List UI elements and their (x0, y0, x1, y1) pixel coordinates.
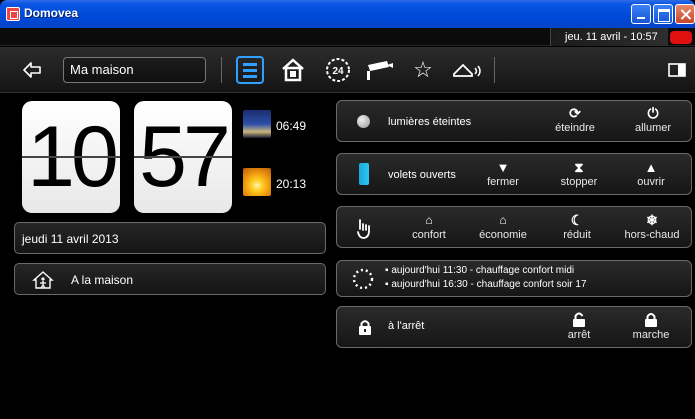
shutters-close-label: fermer (487, 176, 519, 188)
presence-panel[interactable]: A la maison (14, 263, 326, 295)
triangle-up-icon: ▲ (644, 160, 658, 175)
app-window: Domovea jeu. 11 avril - 10:57 Ma maison … (0, 0, 695, 419)
eco-house-icon: ⌂ (499, 213, 507, 227)
lights-on-label: allumer (634, 122, 672, 134)
refresh-icon: ⟳ (569, 105, 581, 121)
moon-icon: ☾ (570, 212, 584, 228)
comfort-mode-button[interactable]: ⌂ confort (399, 212, 459, 241)
status-bar: jeu. 11 avril - 10:57 (0, 28, 695, 46)
lights-panel: lumières éteintes ⟳ éteindre ⏻ allumer (336, 100, 692, 142)
sunrise-image (243, 110, 271, 138)
svg-text:24: 24 (332, 66, 344, 77)
hand-pointer-icon (357, 219, 370, 239)
lights-off-button[interactable]: ⟳ éteindre (545, 105, 605, 134)
maximize-button[interactable] (653, 4, 673, 24)
schedule-item: ▪ aujourd'hui 11:30 - chauffage confort … (385, 265, 575, 276)
presence-home-icon (32, 271, 54, 289)
back-icon[interactable] (22, 61, 42, 79)
sunset-image (243, 168, 271, 196)
power-icon: ⏻ (647, 105, 659, 121)
close-button[interactable] (675, 4, 695, 24)
heating-panel: ⌂ confort ⌂ économie ☾ réduit ❄ hors-cha… (336, 206, 692, 248)
shutters-open-label: ouvrir (637, 176, 665, 188)
frost-label: hors-chaud (624, 229, 680, 241)
presence-label: A la maison (71, 273, 134, 287)
shutters-close-button[interactable]: ▼ fermer (473, 159, 533, 188)
frost-mode-button[interactable]: ❄ hors-chaud (617, 212, 687, 241)
date-text: jeudi 11 avril 2013 (22, 232, 119, 246)
title-bar: Domovea (0, 0, 695, 28)
unlock-icon (549, 312, 609, 329)
alarm-stop-button[interactable]: arrêt (549, 312, 609, 341)
shutters-status: volets ouverts (388, 169, 456, 181)
toolbar-separator (494, 57, 495, 83)
shutters-panel: volets ouverts ▼ fermer ⧗ stopper ▲ ouvr… (336, 153, 692, 195)
alarm-stop-label: arrêt (567, 329, 591, 341)
triangle-down-icon: ▼ (496, 160, 510, 175)
house-selector[interactable]: Ma maison (63, 57, 206, 83)
light-status-icon (357, 115, 370, 128)
comfort-label: confort (412, 229, 446, 241)
panel-toggle-icon[interactable] (668, 63, 686, 77)
schedule-spinner-icon (352, 268, 374, 290)
clock-hours: 10 (22, 101, 120, 213)
toolbar: Ma maison 24 ☆ (0, 47, 695, 93)
toolbar-separator (221, 57, 222, 83)
lights-off-label: éteindre (555, 122, 595, 134)
sunset-time: 20:13 (276, 177, 307, 191)
alarm-start-label: marche (632, 329, 670, 341)
shutters-stop-button[interactable]: ⧗ stopper (549, 159, 609, 188)
snowflake-icon: ❄ (646, 212, 658, 228)
favorites-star-icon[interactable]: ☆ (408, 55, 438, 85)
eco-mode-button[interactable]: ⌂ économie (471, 212, 535, 241)
comfort-house-icon: ⌂ (425, 213, 433, 227)
eco-label: économie (479, 229, 527, 241)
house-rooms-icon[interactable] (279, 56, 307, 84)
lock-icon (359, 320, 371, 335)
lights-on-button[interactable]: ⏻ allumer (623, 105, 683, 134)
shutter-icon (359, 163, 369, 185)
alarm-start-button[interactable]: marche (621, 312, 681, 341)
camera-icon[interactable] (365, 58, 395, 82)
alarm-panel: à l'arrêt arrêt marche (336, 306, 692, 348)
lock-closed-icon (621, 312, 681, 329)
date-panel: jeudi 11 avril 2013 (14, 222, 326, 254)
shutters-stop-label: stopper (560, 176, 598, 188)
alarm-status: à l'arrêt (388, 320, 425, 332)
sunrise-time: 06:49 (276, 119, 307, 133)
hourglass-icon: ⧗ (574, 160, 584, 175)
lights-status: lumières éteintes (388, 116, 472, 128)
schedule-item: ▪ aujourd'hui 16:30 - chauffage confort … (385, 279, 587, 290)
list-view-icon[interactable] (236, 56, 264, 84)
status-datetime: jeu. 11 avril - 10:57 (550, 28, 668, 46)
window-title: Domovea (24, 6, 79, 20)
scheduler-24h-icon[interactable]: 24 (324, 56, 352, 84)
minimize-button[interactable] (631, 4, 651, 24)
alert-indicator[interactable] (670, 31, 692, 44)
reduced-label: réduit (563, 229, 591, 241)
app-icon (6, 7, 20, 21)
shutters-open-button[interactable]: ▲ ouvrir (621, 159, 681, 188)
reduced-mode-button[interactable]: ☾ réduit (547, 212, 607, 241)
schedule-panel[interactable]: ▪ aujourd'hui 11:30 - chauffage confort … (336, 260, 692, 297)
presence-house-icon[interactable] (451, 59, 483, 81)
clock-minutes: 57 (134, 101, 232, 213)
